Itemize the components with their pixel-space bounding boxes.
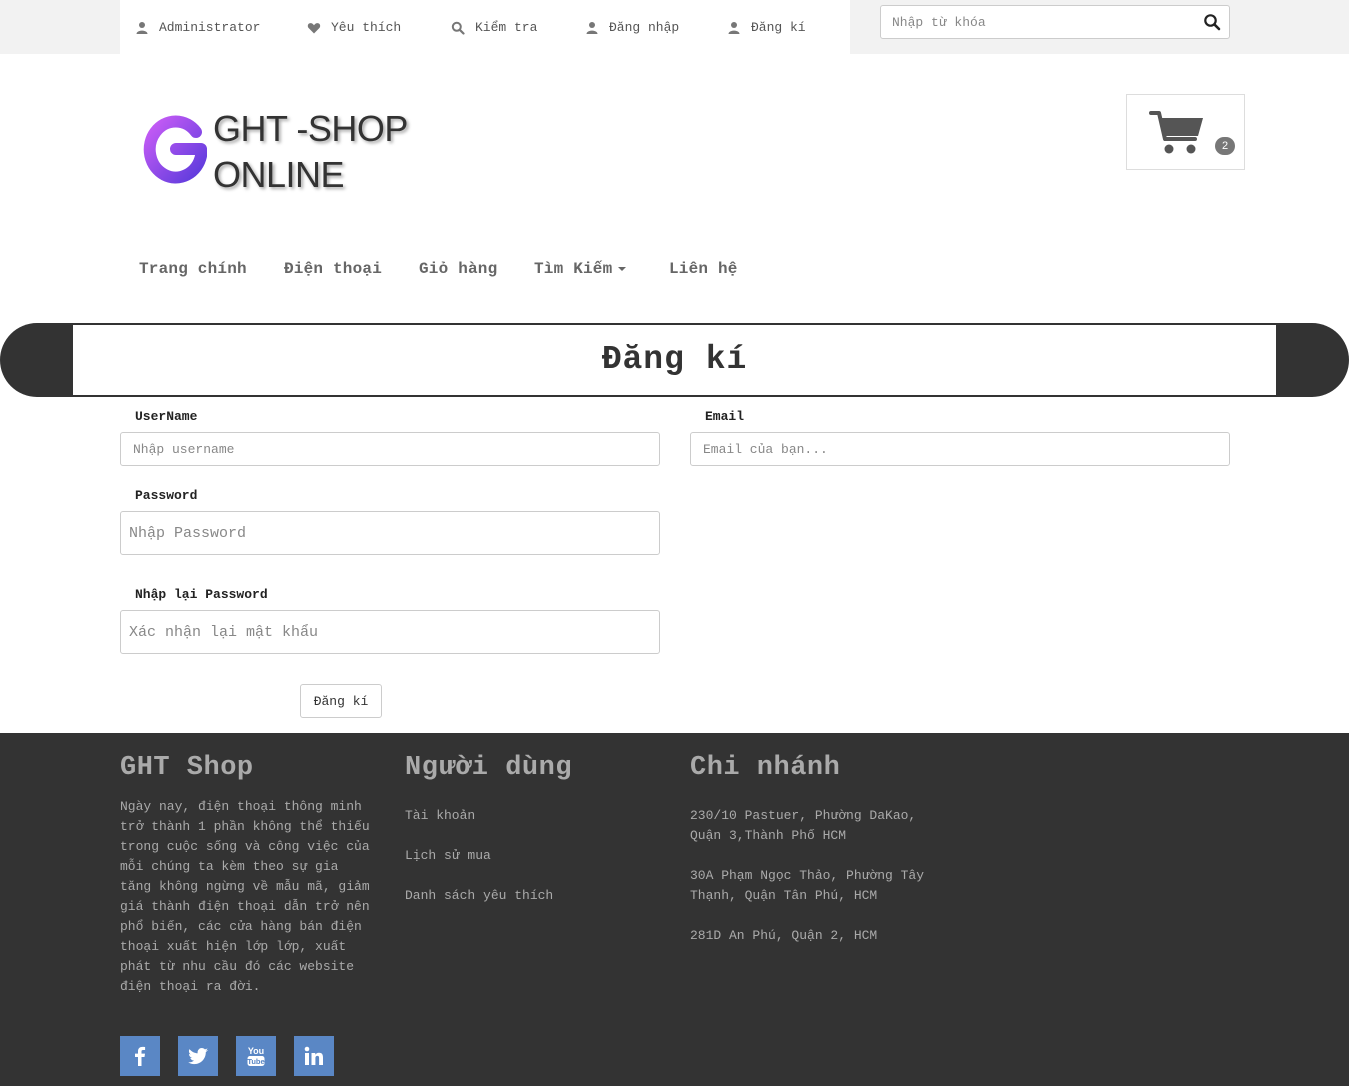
facebook-icon[interactable]: [120, 1036, 160, 1076]
svg-text:Tube: Tube: [247, 1057, 264, 1066]
password-input[interactable]: [120, 511, 660, 555]
page-title: Đăng kí: [601, 341, 748, 378]
heart-icon: [307, 22, 321, 33]
top-link-check[interactable]: Kiểm tra: [451, 20, 537, 35]
top-links: Administrator Yêu thích Kiểm tra Đăng nh…: [120, 0, 850, 54]
nav-cart[interactable]: Giỏ hàng: [419, 260, 497, 278]
nav-contact[interactable]: Liên hệ: [669, 260, 738, 278]
footer-link-history[interactable]: Lịch sử mua: [405, 848, 491, 863]
password-label: Password: [135, 488, 198, 503]
footer: GHT Shop Ngày nay, điện thoại thông minh…: [0, 733, 1349, 1086]
shopping-cart-icon: [1149, 111, 1203, 154]
top-link-favorites[interactable]: Yêu thích: [307, 20, 401, 35]
confirm-password-label: Nhập lại Password: [135, 587, 268, 602]
confirm-password-input[interactable]: [120, 610, 660, 654]
footer-branch-title: Chi nhánh: [690, 753, 841, 783]
user-icon: [728, 21, 740, 34]
main-nav: Trang chính Điện thoại Giỏ hàng Tìm Kiếm…: [0, 260, 1349, 284]
top-link-login[interactable]: Đăng nhập: [585, 20, 679, 35]
register-button[interactable]: Đăng kí: [300, 684, 382, 718]
search-icon[interactable]: [1203, 13, 1221, 31]
linkedin-icon[interactable]: [294, 1036, 334, 1076]
page-title-box: Đăng kí: [73, 325, 1276, 395]
nav-search-label: Tìm Kiếm: [534, 260, 613, 278]
page-title-banner: Đăng kí: [0, 323, 1349, 397]
nav-search-dropdown[interactable]: Tìm Kiếm: [534, 260, 627, 278]
top-link-label: Đăng kí: [751, 20, 806, 35]
top-link-administrator[interactable]: Administrator: [135, 20, 260, 35]
footer-branch-address: 281D An Phú, Quận 2, HCM: [690, 928, 878, 943]
nav-phones[interactable]: Điện thoại: [284, 260, 382, 278]
top-link-label: Kiểm tra: [475, 20, 538, 35]
footer-user-title: Người dùng: [405, 753, 573, 783]
footer-branch-address: 30A Phạm Ngọc Thảo, Phường Tây Thạnh, Qu…: [690, 868, 925, 903]
cart-button[interactable]: 2: [1126, 94, 1245, 170]
email-label: Email: [705, 409, 745, 424]
footer-branch-address: 230/10 Pastuer, Phường DaKao, Quận 3,Thà…: [690, 808, 917, 843]
caret-down-icon: [618, 266, 627, 271]
top-link-register[interactable]: Đăng kí: [727, 20, 806, 35]
username-label: UserName: [135, 409, 198, 424]
user-icon: [586, 21, 598, 34]
top-link-label: Đăng nhập: [609, 20, 680, 35]
nav-home[interactable]: Trang chính: [139, 260, 247, 278]
footer-link-account[interactable]: Tài khoản: [405, 808, 475, 823]
footer-about-title: GHT Shop: [120, 753, 254, 783]
search-input[interactable]: [881, 6, 1191, 38]
logo-text-line2: ONLINE: [213, 154, 345, 195]
username-input[interactable]: [120, 432, 660, 466]
search-icon: [451, 21, 465, 35]
logo-g-icon: [143, 115, 207, 184]
top-link-label: Administrator: [159, 20, 261, 35]
footer-about-text: Ngày nay, điện thoại thông minh trở thàn…: [120, 799, 370, 994]
logo-text-line1: GHT -SHOP: [213, 108, 408, 149]
top-link-label: Yêu thích: [331, 20, 402, 35]
cart-count-badge: 2: [1215, 137, 1235, 155]
svg-text:You: You: [248, 1046, 264, 1056]
email-input[interactable]: [690, 432, 1230, 466]
top-bar: Administrator Yêu thích Kiểm tra Đăng nh…: [0, 0, 1349, 54]
footer-link-wishlist[interactable]: Danh sách yêu thích: [405, 888, 553, 903]
search-box: [880, 5, 1230, 39]
site-logo[interactable]: GHT -SHOP ONLINE: [140, 108, 408, 198]
twitter-icon[interactable]: [178, 1036, 218, 1076]
youtube-icon[interactable]: You Tube: [236, 1036, 276, 1076]
user-icon: [136, 21, 148, 34]
